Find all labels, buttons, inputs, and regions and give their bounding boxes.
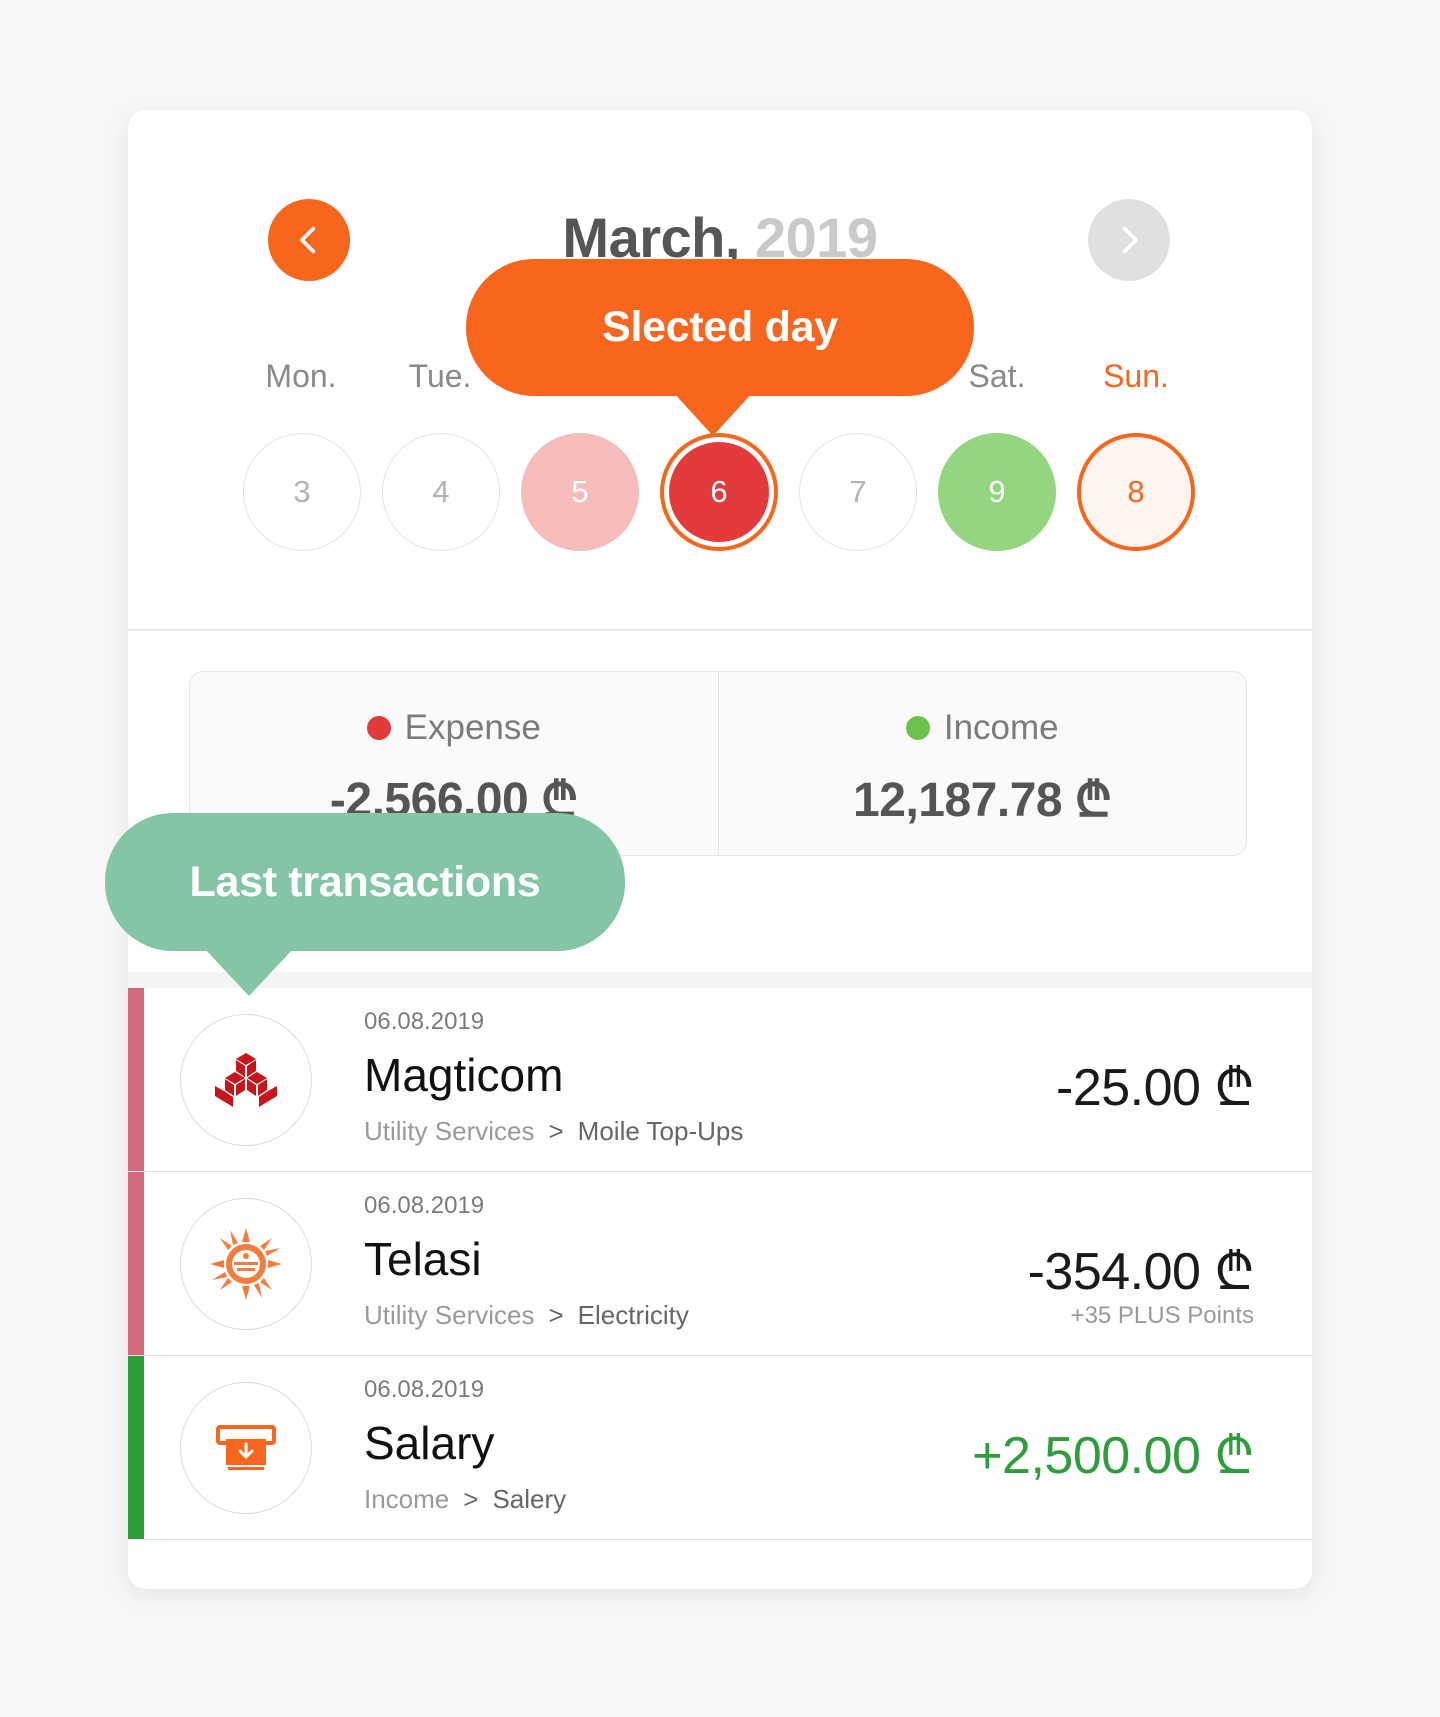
breadcrumb-separator: > bbox=[463, 1484, 479, 1514]
income-dot-icon bbox=[905, 716, 930, 740]
atm-cash-icon bbox=[180, 1382, 312, 1514]
list-separator bbox=[128, 972, 1312, 988]
expense-indicator bbox=[128, 988, 144, 1171]
transaction-row[interactable]: 06.08.2019 Salary Income > Salery +2,500.0… bbox=[128, 1356, 1312, 1540]
transaction-row[interactable]: 06.08.2019 Magticom Utility Services > Moi… bbox=[128, 988, 1312, 1172]
day-7[interactable]: 7 bbox=[799, 433, 917, 551]
last-transactions-callout-tail bbox=[204, 948, 294, 996]
transaction-name: Telasi bbox=[364, 1233, 482, 1285]
day-5[interactable]: 5 bbox=[521, 433, 639, 551]
transaction-name: Magticom bbox=[364, 1049, 564, 1101]
telasi-logo-icon bbox=[180, 1198, 312, 1330]
day-3[interactable]: 3 bbox=[243, 433, 361, 551]
chevron-right-icon bbox=[1122, 226, 1138, 254]
day-6-label: 6 bbox=[669, 442, 769, 542]
breadcrumb-separator: > bbox=[548, 1300, 564, 1330]
transaction-category: Income > Salery bbox=[364, 1484, 566, 1515]
transaction-amount: -354.00 ₾ bbox=[1027, 1243, 1255, 1301]
weekday-sun: Sun. bbox=[1103, 358, 1169, 394]
transaction-amount: +2,500.00 ₾ bbox=[972, 1427, 1254, 1485]
transaction-name: Salary bbox=[364, 1417, 495, 1469]
divider bbox=[128, 629, 1312, 631]
income-indicator bbox=[128, 1356, 144, 1539]
subcategory-label: Salery bbox=[492, 1484, 567, 1514]
category-label: Income bbox=[364, 1484, 450, 1514]
transaction-date: 06.08.2019 bbox=[364, 1192, 485, 1219]
transaction-category: Utility Services > Electricity bbox=[364, 1300, 689, 1331]
day-6-selected[interactable]: 6 bbox=[660, 433, 778, 551]
transaction-date: 06.08.2019 bbox=[364, 1008, 485, 1035]
expense-label: Expense bbox=[404, 708, 541, 747]
selected-day-callout: Slected day bbox=[466, 259, 974, 396]
income-summary: Income 12,187.78 ₾ bbox=[717, 672, 1247, 855]
breadcrumb-separator: > bbox=[548, 1116, 564, 1146]
selected-day-callout-tail bbox=[673, 392, 753, 436]
day-9[interactable]: 9 bbox=[938, 433, 1056, 551]
plus-points-badge: +35 PLUS Points bbox=[1070, 1302, 1254, 1329]
transaction-date: 06.08.2019 bbox=[364, 1376, 485, 1403]
income-label: Income bbox=[943, 708, 1059, 747]
expense-indicator bbox=[128, 1172, 144, 1355]
category-label: Utility Services bbox=[364, 1300, 535, 1330]
expense-dot-icon bbox=[366, 716, 391, 740]
magticom-logo-icon bbox=[180, 1014, 312, 1146]
transaction-amount: -25.00 ₾ bbox=[1056, 1059, 1254, 1117]
transaction-category: Utility Services > Moile Top-Ups bbox=[364, 1116, 743, 1147]
category-label: Utility Services bbox=[364, 1116, 535, 1146]
subcategory-label: Moile Top-Ups bbox=[577, 1116, 744, 1146]
subcategory-label: Electricity bbox=[577, 1300, 689, 1330]
day-8[interactable]: 8 bbox=[1077, 433, 1195, 551]
last-transactions-callout: Last transactions bbox=[105, 813, 625, 951]
day-4[interactable]: 4 bbox=[382, 433, 500, 551]
next-month-button[interactable] bbox=[1088, 199, 1170, 281]
transaction-row[interactable]: 06.08.2019 Telasi Utility Services > Elect… bbox=[128, 1172, 1312, 1356]
income-value: 12,187.78 ₾ bbox=[853, 774, 1112, 827]
weekday-mon: Mon. bbox=[265, 358, 337, 394]
